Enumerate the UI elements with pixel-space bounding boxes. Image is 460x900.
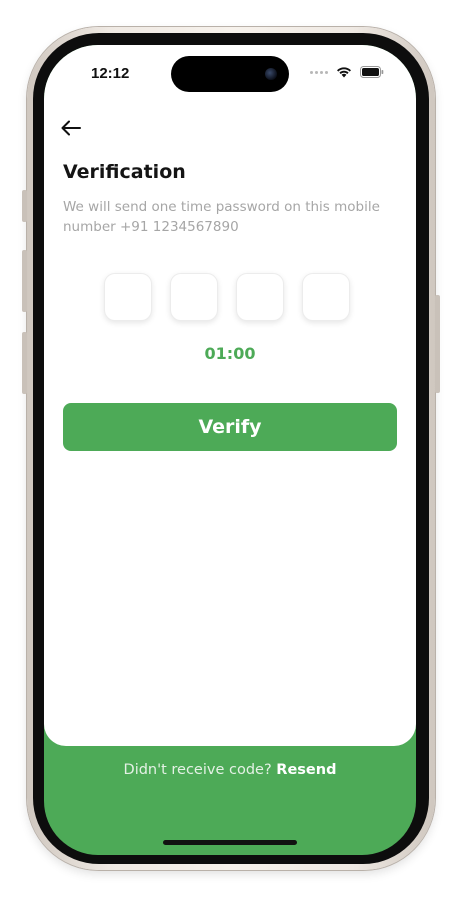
volume-down-button (22, 332, 27, 394)
otp-digit-4[interactable] (302, 273, 350, 321)
otp-digit-2[interactable] (170, 273, 218, 321)
battery-icon (360, 66, 384, 78)
volume-up-button (22, 250, 27, 312)
otp-digit-1[interactable] (104, 273, 152, 321)
page-title: Verification (63, 161, 186, 183)
camera-icon (265, 68, 277, 80)
page-subtitle: We will send one time password on this m… (63, 199, 380, 235)
home-indicator[interactable] (163, 840, 297, 845)
verify-button[interactable]: Verify (63, 403, 397, 451)
status-icons (310, 66, 384, 78)
resend-link[interactable]: Resend (276, 762, 336, 778)
dynamic-island (171, 56, 289, 92)
signal-dots-icon (310, 70, 328, 74)
otp-digit-3[interactable] (236, 273, 284, 321)
power-button (435, 295, 440, 393)
screen: 12:12 Verification We will send one time… (44, 45, 416, 855)
otp-input-group (104, 273, 350, 321)
arrow-left-icon[interactable] (60, 119, 82, 137)
verification-card: 12:12 Verification We will send one time… (44, 45, 416, 746)
resend-footer: Didn't receive code? Resend (44, 762, 416, 778)
wifi-icon (337, 67, 351, 78)
status-time: 12:12 (91, 65, 130, 82)
countdown-timer: 01:00 (204, 344, 256, 363)
mute-switch (22, 190, 27, 222)
resend-question: Didn't receive code? (123, 762, 272, 778)
